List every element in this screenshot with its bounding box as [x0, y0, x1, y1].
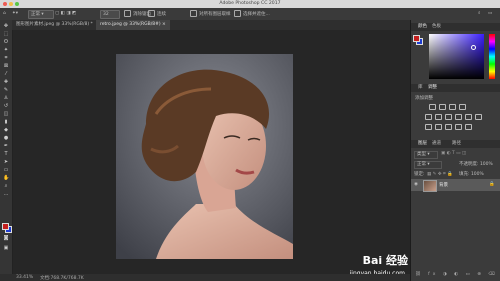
quick-mask-icon[interactable]: ◙ — [3, 236, 9, 241]
color-picker-cursor[interactable] — [471, 45, 476, 50]
tab-channels[interactable]: 通道 — [429, 140, 444, 148]
selective-color-adjust-icon[interactable] — [455, 124, 462, 130]
title-bar: Adobe Photoshop CC 2017 — [0, 0, 500, 8]
exposure-adjust-icon[interactable] — [459, 104, 466, 110]
selection-ops-icons[interactable]: ▢ ◧ ◨ ◩ — [55, 10, 76, 17]
portrait-photo — [116, 54, 293, 259]
invert-adjust-icon[interactable] — [425, 124, 432, 130]
tab-swatches[interactable]: 色板 — [429, 23, 444, 31]
layers-bottom-icons[interactable]: ⛓ fx ◑ ◐ ▭ ⊕ ⌫ — [415, 272, 498, 277]
posterize-adjust-icon[interactable] — [435, 124, 442, 130]
marquee-tool-icon[interactable]: ⬚ — [3, 32, 9, 37]
photo-filter-adjust-icon[interactable] — [465, 114, 472, 120]
workspace-icon[interactable]: ▭ — [488, 10, 492, 17]
screen-mode-icon[interactable]: ▣ — [3, 246, 9, 251]
right-panels: 颜色 色板 库 调整 添加调整 图层 通道 路径 类型 ▾ ▣ ◐ T ▭ ◫ … — [410, 20, 500, 281]
healing-brush-tool-icon[interactable]: ✚ — [3, 80, 9, 85]
selection-mode-select[interactable]: 正常 ▾ — [28, 10, 54, 19]
type-tool-icon[interactable]: T — [3, 152, 9, 157]
color-panel-foreground[interactable] — [413, 35, 420, 42]
eraser-tool-icon[interactable]: ◫ — [3, 112, 9, 117]
tab-layers[interactable]: 图层 — [415, 140, 430, 148]
tab-document-1[interactable]: 图形图片素材.jpeg @ 33%(RGB/8) * — [12, 20, 97, 30]
document-tabs: 图形图片素材.jpeg @ 33%(RGB/8) * retro.jpeg @ … — [12, 20, 410, 30]
lasso-tool-icon[interactable]: ʘ — [3, 40, 9, 45]
document-size: 文档:768.7K/768.7K — [40, 276, 84, 281]
tab-paths[interactable]: 路径 — [449, 140, 464, 148]
tools-panel: ✥ ⬚ ʘ ✦ ⌗ ⊠ ⁄ ✚ ✎ ♙ ↺ ◫ ▮ ◆ ● ✒ T ➤ ▭ ✋ … — [0, 20, 13, 275]
zoom-tool-icon[interactable]: ⌕ — [3, 184, 9, 189]
vibrance-adjust-icon[interactable] — [425, 114, 432, 120]
window-title: Adobe Photoshop CC 2017 — [219, 1, 281, 6]
move-tool-icon[interactable]: ✥ — [3, 24, 9, 29]
home-icon[interactable]: ⌂ — [3, 10, 6, 17]
refine-edge-button[interactable]: 选择并遮住... — [234, 10, 270, 17]
levels-adjust-icon[interactable] — [439, 104, 446, 110]
blur-tool-icon[interactable]: ◆ — [3, 128, 9, 133]
add-adjustment-label: 添加调整 — [415, 96, 433, 101]
shape-tool-icon[interactable]: ▭ — [3, 168, 9, 173]
foreground-color-swatch[interactable] — [2, 223, 9, 230]
magic-wand-tool-preset[interactable]: ✦▾ — [12, 10, 18, 17]
adjustments-panel-header: 库 调整 — [411, 84, 500, 92]
gradient-map-adjust-icon[interactable] — [465, 124, 472, 130]
tab-color[interactable]: 颜色 — [415, 23, 430, 31]
opacity-field[interactable]: 不透明度: 100% — [459, 161, 493, 167]
layer-filter-icons[interactable]: ▣ ◐ T ▭ ◫ — [441, 151, 466, 156]
layers-panel-header: 图层 通道 路径 — [411, 140, 500, 148]
zoom-level[interactable]: 33.41% — [16, 275, 33, 280]
color-balance-adjust-icon[interactable] — [445, 114, 452, 120]
tab-document-2[interactable]: retro.jpeg @ 33%(RGB/8#) × — [96, 20, 170, 30]
black-white-adjust-icon[interactable] — [455, 114, 462, 120]
channel-mixer-adjust-icon[interactable] — [475, 114, 482, 120]
hand-tool-icon[interactable]: ✋ — [3, 176, 9, 181]
path-selection-tool-icon[interactable]: ➤ — [3, 160, 9, 165]
hue-slider[interactable] — [489, 34, 495, 79]
hue-saturation-adjust-icon[interactable] — [435, 114, 442, 120]
brightness-adjust-icon[interactable] — [429, 104, 436, 110]
anti-alias-checkbox[interactable]: 消除锯齿 — [124, 10, 151, 17]
fill-field[interactable]: 填充: 100% — [459, 171, 484, 177]
contiguous-checkbox[interactable]: 连续 — [148, 10, 166, 17]
more-tools-icon[interactable]: … — [3, 192, 9, 197]
eyedropper-tool-icon[interactable]: ⁄ — [3, 72, 9, 77]
curves-adjust-icon[interactable] — [449, 104, 456, 110]
crop-tool-icon[interactable]: ⌗ — [3, 56, 9, 61]
threshold-adjust-icon[interactable] — [445, 124, 452, 130]
layer-name[interactable]: 背景 — [439, 182, 448, 188]
tab-libraries[interactable]: 库 — [415, 84, 426, 92]
frame-tool-icon[interactable]: ⊠ — [3, 64, 9, 69]
lock-icons[interactable]: ▦ ✎ ✥ ⌗ 🔒 — [427, 171, 453, 177]
dodge-tool-icon[interactable]: ● — [3, 136, 9, 141]
layer-thumbnail — [423, 180, 437, 192]
clone-stamp-tool-icon[interactable]: ♙ — [3, 96, 9, 101]
magic-wand-tool-icon[interactable]: ✦ — [3, 48, 9, 53]
color-panel-header: 颜色 色板 — [411, 23, 500, 31]
lock-label: 锁定: — [414, 172, 425, 177]
layer-row-background[interactable]: ◉ 背景 🔒 — [411, 179, 500, 192]
blend-mode-select[interactable]: 正常 ▾ — [414, 161, 442, 169]
color-picker-field[interactable] — [429, 34, 484, 79]
pen-tool-icon[interactable]: ✒ — [3, 144, 9, 149]
tolerance-input[interactable]: 32 — [100, 10, 120, 19]
gradient-tool-icon[interactable]: ▮ — [3, 120, 9, 125]
tab-adjustments[interactable]: 调整 — [425, 84, 440, 92]
brush-tool-icon[interactable]: ✎ — [3, 88, 9, 93]
watermark-logo: Bai 经验 — [362, 254, 408, 267]
layer-lock-icon: 🔒 — [489, 182, 495, 187]
visibility-eye-icon[interactable]: ◉ — [414, 182, 418, 187]
status-bar: 33.41% 文档:768.7K/768.7K — [0, 274, 410, 281]
search-icon[interactable]: ⌕ — [478, 10, 481, 17]
sample-all-layers-checkbox[interactable]: 对所有图层取样 — [190, 10, 231, 17]
layer-filter-select[interactable]: 类型 ▾ — [414, 151, 438, 159]
history-brush-tool-icon[interactable]: ↺ — [3, 104, 9, 109]
